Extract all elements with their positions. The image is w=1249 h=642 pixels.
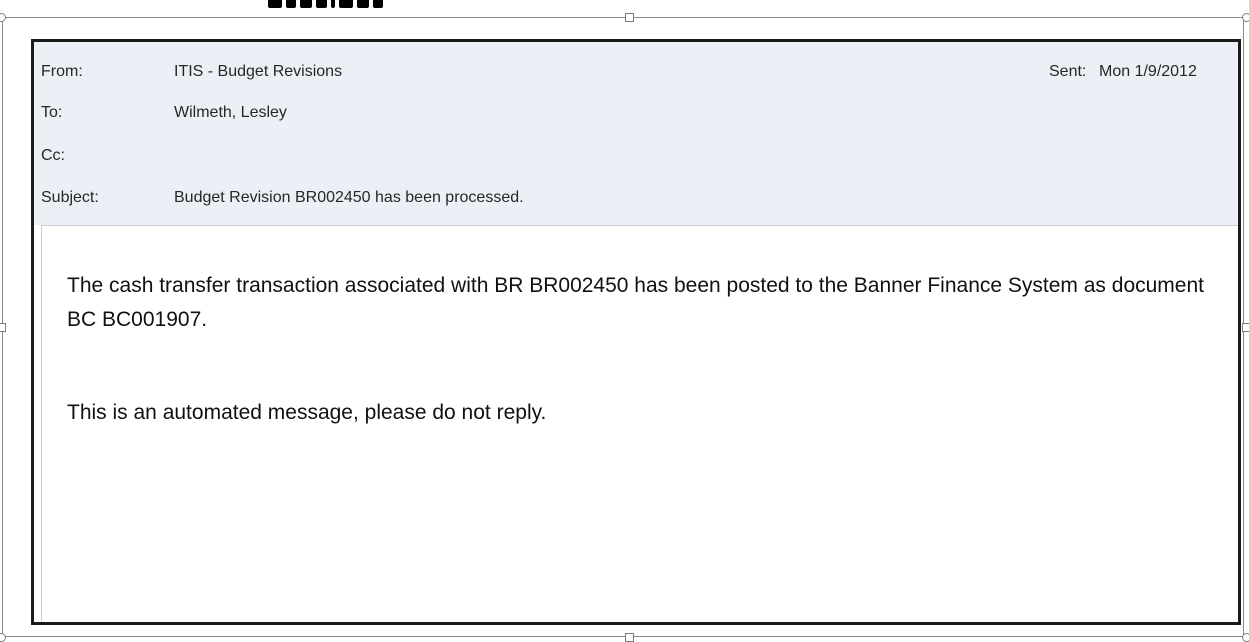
resize-handle-middle-right[interactable] <box>1242 323 1249 332</box>
resize-handle-bottom-left[interactable] <box>0 633 6 642</box>
from-value: ITIS - Budget Revisions <box>174 63 343 80</box>
to-label: To: <box>41 104 63 121</box>
sent-label: Sent: <box>1049 63 1087 80</box>
cropped-heading-text <box>0 0 1249 12</box>
email-screenshot: From: ITIS - Budget Revisions Sent: Mon … <box>31 39 1241 625</box>
to-value: Wilmeth, Lesley <box>174 104 287 121</box>
resize-handle-top-right[interactable] <box>1242 13 1249 22</box>
resize-handle-middle-left[interactable] <box>0 323 6 332</box>
resize-handle-bottom-right[interactable] <box>1242 633 1249 642</box>
resize-handle-top-center[interactable] <box>625 13 634 22</box>
email-body: The cash transfer transaction associated… <box>41 225 1238 622</box>
cc-label: Cc: <box>41 147 65 164</box>
email-header: From: ITIS - Budget Revisions Sent: Mon … <box>34 42 1238 225</box>
subject-label: Subject: <box>41 189 99 206</box>
body-paragraph: The cash transfer transaction associated… <box>67 274 1204 331</box>
resize-handle-bottom-center[interactable] <box>625 633 634 642</box>
from-label: From: <box>41 63 83 80</box>
subject-value: Budget Revision BR002450 has been proces… <box>174 189 524 206</box>
sent-value: Mon 1/9/2012 <box>1099 63 1197 80</box>
body-paragraph: This is an automated message, please do … <box>67 401 547 424</box>
